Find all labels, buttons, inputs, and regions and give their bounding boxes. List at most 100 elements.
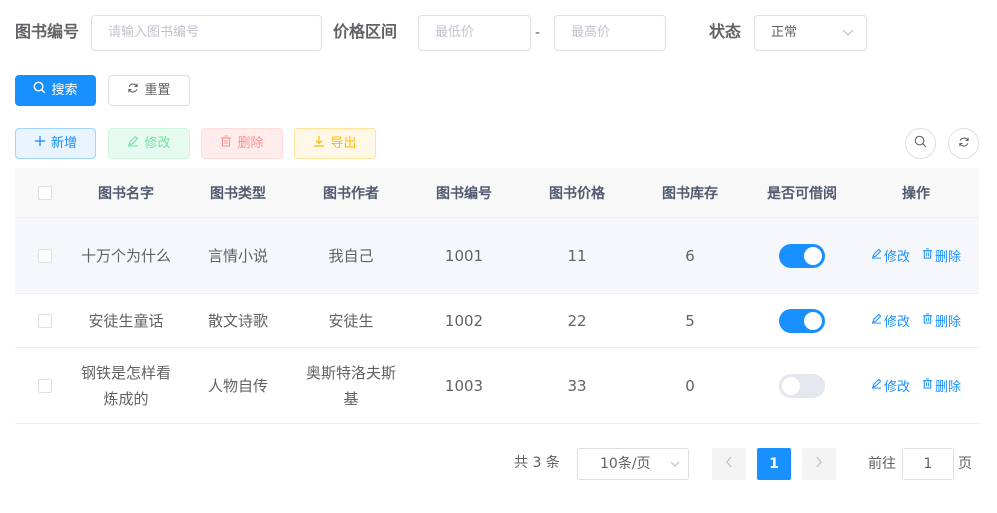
switch-knob	[782, 376, 800, 395]
refresh-table-button[interactable]	[948, 128, 979, 159]
edit-button[interactable]: 修改	[108, 128, 190, 159]
table-row: 安徒生童话 散文诗歌 安徒生 1002 22 5 修改 删除	[15, 294, 979, 348]
min-price-input[interactable]: 最低价	[418, 15, 531, 51]
row-delete-label: 删除	[935, 250, 962, 265]
cell-stock: 0	[685, 376, 695, 395]
row-delete-link[interactable]: 删除	[922, 376, 961, 395]
status-label: 状态	[709, 22, 742, 41]
next-page-button[interactable]	[802, 448, 836, 480]
row-delete-label: 删除	[935, 315, 962, 330]
trash-icon	[220, 129, 232, 158]
book-table: 图书名字 图书类型 图书作者 图书编号 图书价格 图书库存 是否可借阅 操作 十…	[15, 168, 979, 424]
reset-button-label: 重置	[144, 83, 171, 98]
edit-icon	[871, 378, 882, 393]
price-dash: -	[535, 25, 541, 41]
col-header-no: 图书编号	[436, 185, 492, 202]
row-select-cell	[15, 313, 75, 328]
cell-name: 十万个为什么	[80, 246, 171, 265]
table-header: 图书名字 图书类型 图书作者 图书编号 图书价格 图书库存 是否可借阅 操作	[15, 168, 979, 218]
row-edit-link[interactable]: 修改	[871, 311, 910, 330]
cell-price: 22	[567, 311, 587, 330]
row-checkbox[interactable]	[38, 313, 52, 328]
download-icon	[313, 129, 325, 158]
borrowable-switch[interactable]	[779, 243, 825, 268]
prev-page-button[interactable]	[712, 448, 746, 480]
cell-author: 奥斯特洛夫斯基	[305, 363, 396, 408]
cell-type: 人物自传	[207, 376, 268, 395]
col-header-price: 图书价格	[549, 185, 605, 202]
page-size-value: 10条/页	[600, 456, 651, 472]
chevron-down-icon	[842, 16, 854, 64]
edit-icon	[871, 248, 882, 263]
row-edit-label: 修改	[883, 315, 910, 330]
delete-button[interactable]: 删除	[201, 128, 283, 159]
cell-actions: 修改 删除	[853, 376, 979, 395]
chevron-right-icon	[815, 456, 823, 472]
cell-price: 33	[567, 376, 587, 395]
pagination-total: 共 3 条	[514, 455, 560, 471]
col-header-author: 图书作者	[323, 185, 379, 202]
cell-no: 1001	[444, 246, 484, 265]
cell-author: 我自己	[328, 246, 374, 265]
add-button[interactable]: 新增	[15, 128, 96, 159]
goto-suffix: 页	[958, 456, 972, 472]
edit-icon	[871, 313, 882, 328]
cell-stock: 6	[685, 246, 695, 265]
select-all-cell	[15, 185, 75, 200]
chevron-down-icon	[670, 449, 680, 490]
cell-borrowable	[751, 373, 853, 398]
row-edit-link[interactable]: 修改	[871, 246, 910, 265]
status-select-value: 正常	[771, 25, 798, 40]
refresh-icon	[127, 76, 139, 105]
toggle-search-button[interactable]	[905, 128, 936, 159]
cell-name: 钢铁是怎样看炼成的	[80, 363, 171, 408]
export-button[interactable]: 导出	[294, 128, 376, 159]
select-all-checkbox[interactable]	[38, 185, 52, 200]
goto-prefix: 前往	[868, 456, 896, 472]
trash-icon	[922, 313, 933, 328]
export-button-label: 导出	[330, 136, 357, 151]
row-checkbox[interactable]	[38, 378, 52, 393]
edit-icon	[127, 129, 139, 158]
status-select[interactable]: 正常	[754, 15, 867, 51]
max-price-input[interactable]: 最高价	[554, 15, 666, 51]
borrowable-switch[interactable]	[779, 308, 825, 333]
table-row: 钢铁是怎样看炼成的 人物自传 奥斯特洛夫斯基 1003 33 0 修改 删除	[15, 348, 979, 424]
row-select-cell	[15, 248, 75, 263]
cell-author: 安徒生	[328, 311, 374, 330]
price-range-label: 价格区间	[333, 22, 398, 41]
row-delete-link[interactable]: 删除	[922, 246, 961, 265]
cell-type: 散文诗歌	[207, 311, 268, 330]
switch-knob	[804, 246, 822, 265]
row-delete-link[interactable]: 删除	[922, 311, 961, 330]
table-row: 十万个为什么 言情小说 我自己 1001 11 6 修改 删除	[15, 218, 979, 294]
cell-name: 安徒生童话	[88, 311, 164, 330]
cell-borrowable	[751, 308, 853, 333]
borrowable-switch[interactable]	[779, 373, 825, 398]
row-edit-label: 修改	[883, 380, 910, 395]
goto-page-input[interactable]: 1	[902, 448, 954, 480]
reset-button[interactable]: 重置	[108, 75, 190, 106]
search-icon	[914, 135, 927, 152]
search-icon	[33, 76, 46, 105]
add-button-label: 新增	[50, 136, 77, 151]
search-button-label: 搜索	[51, 83, 78, 98]
col-header-stock: 图书库存	[662, 185, 718, 202]
col-header-actions: 操作	[902, 185, 930, 202]
search-button[interactable]: 搜索	[15, 75, 96, 106]
col-header-name: 图书名字	[98, 185, 154, 202]
refresh-icon	[958, 136, 970, 152]
page-number-current[interactable]: 1	[757, 448, 791, 480]
cell-no: 1003	[444, 376, 484, 395]
cell-actions: 修改 删除	[853, 311, 979, 330]
row-edit-link[interactable]: 修改	[871, 376, 910, 395]
cell-no: 1002	[444, 311, 484, 330]
book-no-input[interactable]: 请输入图书编号	[91, 15, 322, 51]
plus-icon	[34, 129, 46, 158]
col-header-type: 图书类型	[210, 185, 266, 202]
page-size-select[interactable]: 10条/页	[577, 448, 689, 480]
trash-icon	[922, 378, 933, 393]
cell-price: 11	[567, 246, 587, 265]
delete-button-label: 删除	[237, 136, 264, 151]
row-checkbox[interactable]	[38, 248, 52, 263]
